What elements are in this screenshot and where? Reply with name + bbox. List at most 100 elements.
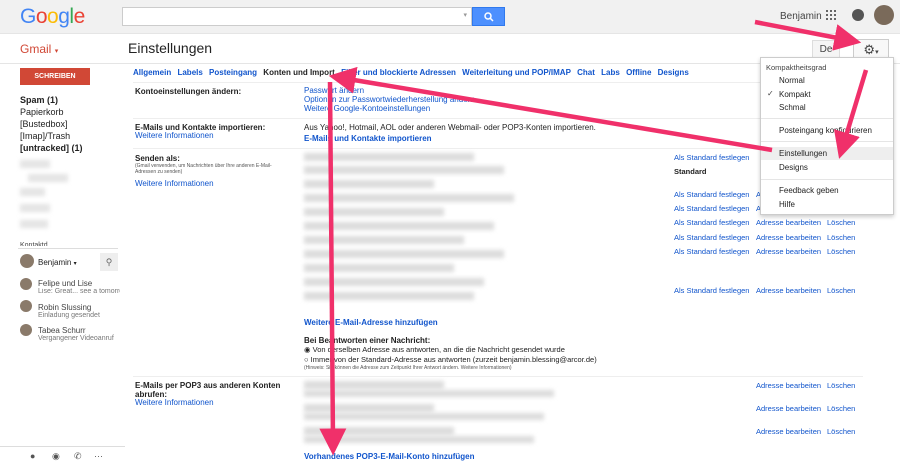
more-info-link[interactable]: Weitere Informationen xyxy=(135,131,214,140)
menu-density-normal[interactable]: Normal xyxy=(779,76,805,85)
reply-note: (Hinweis: Sie können die Adresse zum Zei… xyxy=(304,365,512,371)
chevron-down-icon: ▾ xyxy=(54,48,59,55)
search-icon xyxy=(483,12,494,22)
menu-item-feedback[interactable]: Feedback geben xyxy=(779,186,839,195)
add-address-link[interactable]: Weitere E-Mail-Adresse hinzufügen xyxy=(304,318,438,327)
tab-konten-und-import[interactable]: Konten und Import xyxy=(263,68,335,77)
person-icon[interactable]: ● xyxy=(30,451,35,461)
menu-item-configure-inbox[interactable]: Posteingang konfigurieren xyxy=(779,126,872,135)
avatar[interactable] xyxy=(20,278,32,290)
phone-icon[interactable]: ✆ xyxy=(74,451,82,462)
delete-link[interactable]: Löschen xyxy=(827,286,855,295)
edit-address-link[interactable]: Adresse bearbeiten xyxy=(756,247,821,256)
google-account-link[interactable]: Weitere Google-Kontoeinstellungen xyxy=(304,104,430,113)
tab-offline[interactable]: Offline xyxy=(626,68,651,77)
reply-option-default[interactable]: ○ Immer von der Standard-Adresse aus ant… xyxy=(304,355,597,364)
edit-address-link[interactable]: Adresse bearbeiten xyxy=(756,427,821,436)
delete-link[interactable]: Löschen xyxy=(827,381,855,390)
section-label: E-Mails per POP3 aus anderen Konten abru… xyxy=(135,381,281,399)
dropdown-icon[interactable]: ▾ xyxy=(463,11,467,19)
delete-link[interactable]: Löschen xyxy=(827,218,855,227)
delete-link[interactable]: Löschen xyxy=(827,427,855,436)
tab-designs[interactable]: Designs xyxy=(658,68,689,77)
reply-heading: Bei Beantworten einer Nachricht: xyxy=(304,336,431,345)
search-icon: ⚲ xyxy=(105,257,113,267)
default-label: Standard xyxy=(674,167,707,176)
tab-labs[interactable]: Labs xyxy=(601,68,620,77)
gmail-menu[interactable]: Gmail ▾ xyxy=(20,42,58,56)
menu-header: Kompaktheitsgrad xyxy=(766,63,827,72)
sidebar-item-untracked[interactable]: [untracked] (1) xyxy=(20,143,83,153)
avatar[interactable] xyxy=(874,5,894,25)
change-password-link[interactable]: Passwort ändern xyxy=(304,86,364,95)
avatar[interactable] xyxy=(20,324,32,336)
delete-link[interactable]: Löschen xyxy=(827,247,855,256)
tab-chat[interactable]: Chat xyxy=(577,68,595,77)
menu-item-designs[interactable]: Designs xyxy=(779,163,808,172)
more-icon[interactable]: ··· xyxy=(94,451,103,461)
edit-address-link[interactable]: Adresse bearbeiten xyxy=(756,381,821,390)
tab-posteingang[interactable]: Posteingang xyxy=(209,68,257,77)
menu-density-schmal[interactable]: Schmal xyxy=(779,103,806,112)
google-logo[interactable]: Google xyxy=(20,5,85,29)
blurred-label xyxy=(20,160,50,168)
avatar[interactable] xyxy=(20,254,34,268)
send-as-note: (Gmail verwenden, um Nachrichten über Ih… xyxy=(135,163,272,175)
edit-address-link[interactable]: Adresse bearbeiten xyxy=(756,218,821,227)
reply-option-same[interactable]: ◉ Von derselben Adresse aus antworten, a… xyxy=(304,345,565,354)
delete-link[interactable]: Löschen xyxy=(827,404,855,413)
contacts-cutoff-label[interactable]: Kontaktd xyxy=(20,240,48,246)
search-input[interactable]: ▾ xyxy=(122,7,472,26)
more-info-link[interactable]: Weitere Informationen xyxy=(135,398,214,407)
notifications-icon[interactable] xyxy=(852,9,864,21)
tab-allgemein[interactable]: Allgemein xyxy=(133,68,171,77)
sidebar-item-spam[interactable]: Spam (1) xyxy=(20,95,58,105)
sidebar-item-bustedbox[interactable]: [Bustedbox] xyxy=(20,119,68,129)
set-default-link[interactable]: Als Standard festlegen xyxy=(674,286,749,295)
contact-name: Felipe und Lise xyxy=(38,279,93,288)
contact-name: Robin Slussing xyxy=(38,303,92,312)
contact-item[interactable]: Robin Slussing Einladung gesendet xyxy=(38,303,100,319)
tab-labels[interactable]: Labels xyxy=(177,68,202,77)
more-info-link[interactable]: Weitere Informationen xyxy=(135,179,214,188)
section-konto: Kontoeinstellungen ändern: Passwort ände… xyxy=(133,82,863,118)
menu-item-settings[interactable]: Einstellungen xyxy=(779,149,827,158)
blurred-address xyxy=(304,236,464,244)
contact-item[interactable]: Tabea Schurr Vergangener Videoanruf xyxy=(38,326,114,342)
set-default-link[interactable]: Als Standard festlegen xyxy=(674,190,749,199)
delete-link[interactable]: Löschen xyxy=(827,233,855,242)
hangouts-user[interactable]: Benjamin ▾ xyxy=(38,258,77,267)
menu-density-kompakt[interactable]: Kompakt xyxy=(779,90,811,99)
set-default-link[interactable]: Als Standard festlegen xyxy=(674,218,749,227)
edit-address-link[interactable]: Adresse bearbeiten xyxy=(756,233,821,242)
tab-filter[interactable]: Filter und blockierte Adressen xyxy=(341,68,456,77)
edit-address-link[interactable]: Adresse bearbeiten xyxy=(756,286,821,295)
search-button[interactable] xyxy=(472,7,505,26)
logo-letter: G xyxy=(20,5,36,28)
set-default-link[interactable]: Als Standard festlegen xyxy=(674,233,749,242)
blurred-address xyxy=(304,278,484,286)
chat-icon[interactable]: ◉ xyxy=(52,451,60,462)
user-name[interactable]: Benjamin xyxy=(780,11,822,22)
set-default-link[interactable]: Als Standard festlegen xyxy=(674,153,749,162)
contact-item[interactable]: Felipe und Lise Lise: Great... see a tomo… xyxy=(38,279,120,295)
menu-item-help[interactable]: Hilfe xyxy=(779,200,795,209)
set-default-link[interactable]: Als Standard festlegen xyxy=(674,247,749,256)
sidebar-item-trash[interactable]: Papierkorb xyxy=(20,107,64,117)
apps-grid-icon[interactable] xyxy=(826,10,836,20)
avatar[interactable] xyxy=(20,300,32,312)
logo-letter: o xyxy=(47,5,59,28)
add-pop3-link[interactable]: Vorhandenes POP3-E-Mail-Konto hinzufügen xyxy=(304,452,475,461)
compose-button[interactable]: SCHREIBEN xyxy=(20,68,90,85)
radio-icon[interactable]: ○ xyxy=(304,355,309,364)
sidebar-item-imap-trash[interactable]: [Imap]/Trash xyxy=(20,131,70,141)
hangouts-user-name: Benjamin xyxy=(38,258,72,267)
import-link[interactable]: E-Mails und Kontakte importieren xyxy=(304,134,432,143)
tab-weiterleitung[interactable]: Weiterleitung und POP/IMAP xyxy=(462,68,571,77)
radio-selected-icon[interactable]: ◉ xyxy=(304,345,311,354)
blurred-address xyxy=(304,390,554,397)
set-default-link[interactable]: Als Standard festlegen xyxy=(674,204,749,213)
edit-address-link[interactable]: Adresse bearbeiten xyxy=(756,404,821,413)
recovery-options-link[interactable]: Optionen zur Passwortwiederherstellung ä… xyxy=(304,95,475,104)
hangouts-search-button[interactable]: ⚲ xyxy=(100,253,118,271)
